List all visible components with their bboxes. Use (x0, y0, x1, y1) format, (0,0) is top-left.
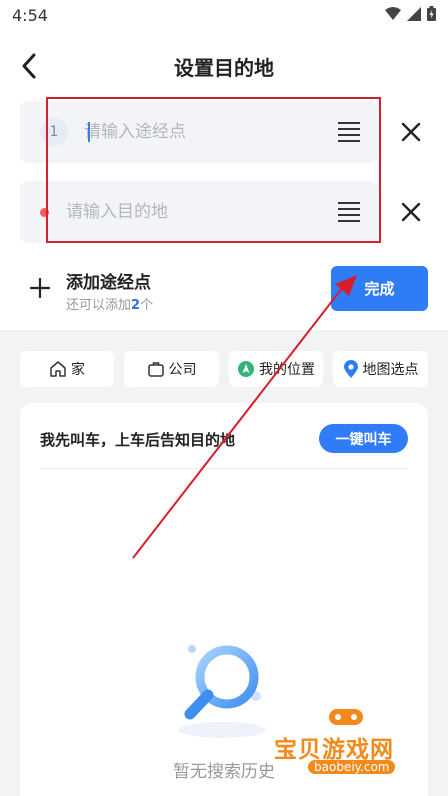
page-title: 设置目的地 (174, 56, 274, 80)
remove-waypoint-button[interactable] (398, 119, 424, 145)
divider (40, 468, 408, 469)
chip-home[interactable]: 家 (20, 351, 114, 387)
map-pin-icon (343, 359, 358, 378)
close-icon (401, 202, 421, 222)
battery-icon (427, 6, 436, 21)
remaining-count: 2 (131, 298, 141, 313)
chip-label: 地图选点 (362, 362, 419, 378)
status-icons (385, 6, 436, 21)
signal-icon (407, 6, 421, 21)
one-click-call-button[interactable]: 一键叫车 (319, 424, 408, 453)
plus-icon (30, 278, 50, 298)
navigation-bar: 设置目的地 (0, 44, 448, 88)
chip-label: 我的位置 (259, 362, 315, 378)
chip-map-select[interactable]: 地图选点 (333, 351, 428, 387)
chip-my-location[interactable]: 我的位置 (229, 351, 323, 387)
status-bar: 4:54 (0, 0, 448, 32)
home-icon (50, 361, 66, 377)
destination-input[interactable] (66, 195, 306, 229)
quick-destination-chips: 家 公司 我的位置 地图选点 (20, 351, 428, 387)
chip-company[interactable]: 公司 (124, 351, 219, 387)
call-first-title: 我先叫车，上车后告知目的地 (40, 431, 236, 449)
destination-row (20, 181, 378, 243)
close-icon (401, 122, 421, 142)
add-waypoint-button[interactable]: 添加途经点 还可以添加2个 (26, 266, 226, 316)
header-panel: 4:54 设置目的地 1 添加途经点 还可以添加2个 完成 (0, 0, 448, 330)
watermark-brand: 宝贝游戏网 (274, 737, 394, 763)
add-waypoint-hint: 还可以添加2个 (66, 298, 154, 313)
briefcase-icon (147, 362, 164, 377)
location-arrow-icon (238, 361, 254, 377)
remove-destination-button[interactable] (398, 199, 424, 225)
watermark-url: baobeiy.com (308, 760, 396, 774)
watermark-logo: 宝贝游戏网 baobeiy.com (268, 700, 428, 796)
waypoint-index-badge: 1 (40, 118, 68, 146)
chip-label: 家 (71, 362, 85, 378)
waypoint-row: 1 (20, 101, 378, 163)
destination-dot-icon (40, 208, 49, 217)
drag-handle-icon[interactable] (338, 122, 360, 142)
done-button[interactable]: 完成 (331, 266, 428, 311)
drag-handle-icon[interactable] (338, 202, 360, 222)
chip-label: 公司 (168, 362, 197, 378)
text-caret (88, 122, 90, 142)
waypoint-input[interactable] (84, 115, 324, 149)
add-waypoint-label: 添加途经点 (66, 273, 151, 293)
wifi-icon (385, 6, 401, 20)
gamepad-icon (329, 709, 363, 725)
status-time: 4:54 (12, 6, 48, 25)
